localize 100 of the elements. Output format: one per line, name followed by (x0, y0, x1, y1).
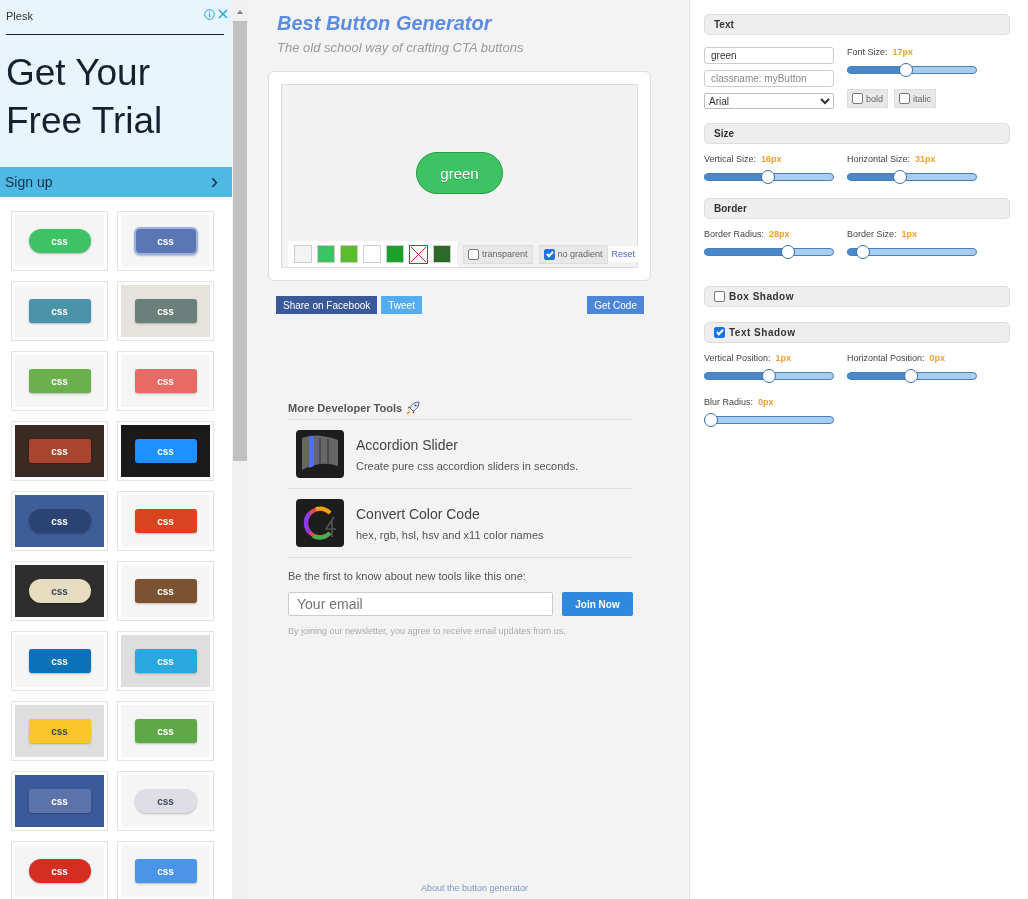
tool-name: Accordion Slider (356, 436, 459, 453)
get-code-button[interactable]: Get Code (587, 296, 644, 314)
page-title: Best Button Generator (277, 12, 494, 35)
preset-tile[interactable]: css (117, 351, 214, 411)
share-facebook-button[interactable]: Share on Facebook (276, 296, 378, 314)
sign-up-button[interactable]: Sign up › (0, 167, 232, 197)
preset-button: css (134, 439, 197, 463)
preset-button: css (134, 369, 197, 393)
preset-tile[interactable]: css (117, 631, 214, 691)
transparent-option[interactable]: transparent (463, 244, 533, 264)
color-wheel-icon (296, 499, 344, 547)
scroll-up-icon[interactable] (236, 9, 244, 15)
join-now-button[interactable]: Join Now (562, 592, 633, 616)
preset-tile[interactable]: css (11, 351, 108, 411)
slider[interactable] (704, 245, 834, 259)
slider-reading: 0px (758, 397, 774, 407)
preset-tile[interactable]: css (11, 701, 108, 761)
preset-button: css (134, 579, 197, 603)
slider-thumb[interactable] (780, 245, 795, 259)
preset-button: css (134, 719, 197, 743)
close-icon[interactable] (218, 9, 228, 19)
preset-button: css (28, 789, 91, 813)
slider-label: Border Radius: (704, 229, 765, 239)
preset-button: css (28, 439, 91, 463)
slider-reading: 1px (901, 229, 918, 239)
tool-link[interactable]: Accordion Slider Create pure css accordion sliders in seconds. (288, 420, 633, 489)
preset-button: css (28, 579, 91, 603)
preset-tile[interactable]: css (11, 421, 108, 481)
slider-reading: 1px (775, 353, 792, 363)
about-link[interactable]: About the button generator (420, 883, 529, 893)
text-field[interactable]: green (704, 47, 834, 64)
bold-option[interactable]: bold (847, 89, 888, 108)
section-header: Border (704, 198, 1010, 219)
slider-thumb[interactable] (893, 170, 908, 184)
preset-tile[interactable]: css (11, 491, 108, 551)
slider-thumb[interactable] (903, 369, 918, 383)
preset-tile[interactable]: css (117, 281, 214, 341)
color-swatch[interactable] (433, 245, 451, 263)
slider-thumb[interactable] (704, 413, 718, 427)
color-swatch[interactable] (294, 245, 312, 263)
color-swatch[interactable] (317, 245, 335, 263)
accordion-icon (296, 430, 344, 478)
preset-tile[interactable]: css (117, 771, 214, 831)
info-icon[interactable] (204, 8, 215, 20)
newsletter-prompt: Be the first to know about new tools like this one: (288, 570, 527, 582)
no-color-swatch[interactable] (409, 244, 428, 264)
preset-tile[interactable]: css (117, 561, 214, 621)
slider-reading: 28px (769, 229, 790, 239)
box-shadow-toggle[interactable]: Box Shadow (704, 286, 1010, 307)
preset-button: css (28, 229, 91, 253)
slider-thumb[interactable] (760, 170, 775, 184)
preset-tile[interactable]: css (117, 491, 214, 551)
preset-button: css (28, 369, 91, 393)
ad-banner[interactable]: Plesk Get Your Free Trial Sign up › (0, 0, 232, 197)
slider-reading: 31px (915, 154, 936, 164)
slider-label: Horizontal Size: (847, 154, 911, 164)
italic-option[interactable]: italic (894, 89, 937, 108)
slider[interactable] (847, 63, 977, 77)
preset-tile[interactable]: css (11, 281, 108, 341)
section-header: Size (704, 123, 1010, 144)
slider[interactable] (704, 413, 834, 427)
tool-description: hex, rgb, hsl, hsv and x11 color names (356, 528, 544, 541)
reset-button[interactable]: Reset (607, 246, 640, 262)
preset-tile[interactable]: css (117, 701, 214, 761)
slider[interactable] (704, 170, 834, 184)
tool-link[interactable]: Convert Color Code hex, rgb, hsl, hsv and x11 color names (288, 489, 633, 558)
slider-label: Font Size: (847, 47, 888, 57)
preset-button: css (134, 299, 197, 323)
slider-thumb[interactable] (856, 245, 871, 259)
preset-tile[interactable]: css (117, 421, 214, 481)
slider-thumb[interactable] (899, 63, 914, 77)
preset-tile[interactable]: css (117, 211, 214, 271)
scrollbar-thumb[interactable] (233, 21, 247, 461)
classname-field[interactable]: classname: myButton (704, 70, 834, 87)
preset-tile[interactable]: css (11, 771, 108, 831)
preset-button: css (133, 227, 198, 255)
scrollbar[interactable] (232, 0, 248, 899)
slider-label: Vertical Size: (704, 154, 757, 164)
preset-tile[interactable]: css (117, 841, 214, 899)
rocket-icon (405, 400, 422, 416)
preset-tile[interactable]: css (11, 631, 108, 691)
email-field[interactable]: Your email (288, 592, 553, 616)
preset-tile[interactable]: css (11, 841, 108, 899)
slider[interactable] (847, 170, 977, 184)
color-swatch[interactable] (340, 245, 358, 263)
slider[interactable] (847, 369, 977, 383)
preset-tile[interactable]: css (11, 561, 108, 621)
text-shadow-toggle[interactable]: Text Shadow (704, 322, 1010, 343)
color-swatch[interactable] (363, 245, 381, 263)
slider[interactable] (847, 245, 977, 259)
slider-reading: 16px (761, 154, 782, 164)
slider-label: Horizontal Position: (847, 353, 925, 363)
slider[interactable] (704, 369, 834, 383)
tool-name: Convert Color Code (356, 505, 481, 522)
no-gradient-option[interactable]: no gradient (538, 244, 608, 264)
color-swatch[interactable] (386, 245, 404, 263)
slider-thumb[interactable] (762, 369, 776, 383)
font-select[interactable]: Arial (704, 93, 834, 109)
preset-button: css (28, 509, 91, 533)
slider-label: Vertical Position: (704, 353, 771, 363)
